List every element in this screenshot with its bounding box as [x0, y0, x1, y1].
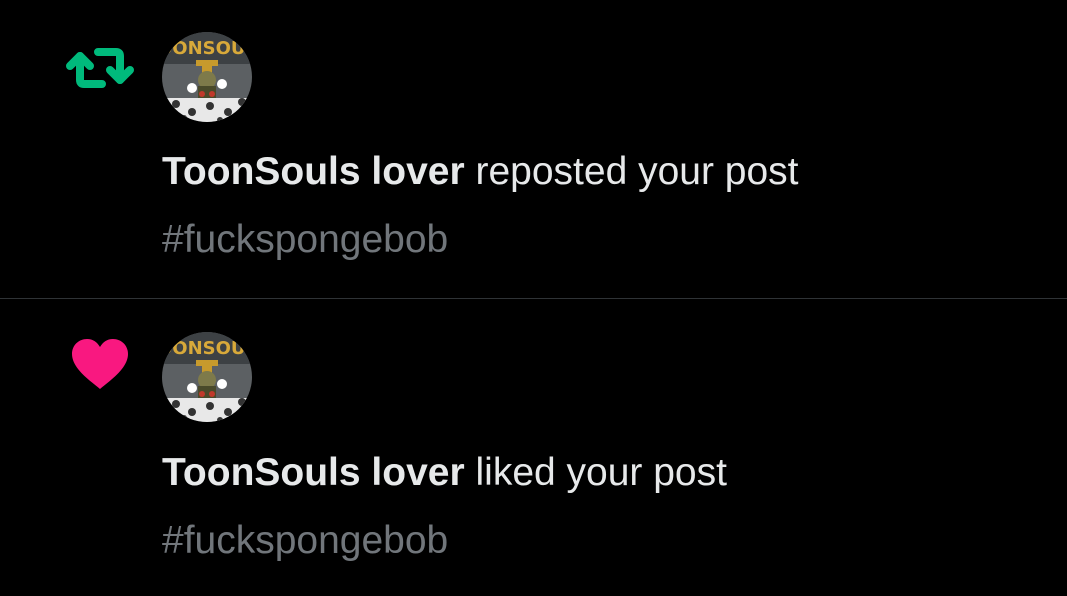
username[interactable]: ToonSouls lover: [162, 451, 465, 494]
username[interactable]: ToonSouls lover: [162, 150, 465, 193]
action-text: reposted your post: [475, 150, 799, 193]
avatar[interactable]: OONSOUL: [162, 32, 252, 122]
avatar-logo-text: OONSOUL: [162, 38, 252, 59]
avatar-logo-text: OONSOUL: [162, 338, 252, 359]
avatar-image: OONSOUL: [162, 32, 252, 122]
avatar-image: OONSOUL: [162, 332, 252, 422]
notification-headline: ToonSouls lover liked your post: [162, 453, 727, 492]
post-preview[interactable]: #fuckspongebob: [162, 220, 448, 259]
post-preview[interactable]: #fuckspongebob: [162, 521, 448, 560]
action-text: liked your post: [475, 451, 727, 494]
notification-like[interactable]: OONSOUL ToonSouls lover liked your post …: [0, 299, 1067, 596]
notification-repost[interactable]: OONSOUL ToonSouls lover reposted your po…: [0, 0, 1067, 298]
notifications-feed: OONSOUL ToonSouls lover reposted your po…: [0, 0, 1067, 596]
notification-headline: ToonSouls lover reposted your post: [162, 152, 799, 191]
heart-icon: [72, 339, 128, 389]
repost-icon: [66, 48, 134, 88]
avatar[interactable]: OONSOUL: [162, 332, 252, 422]
